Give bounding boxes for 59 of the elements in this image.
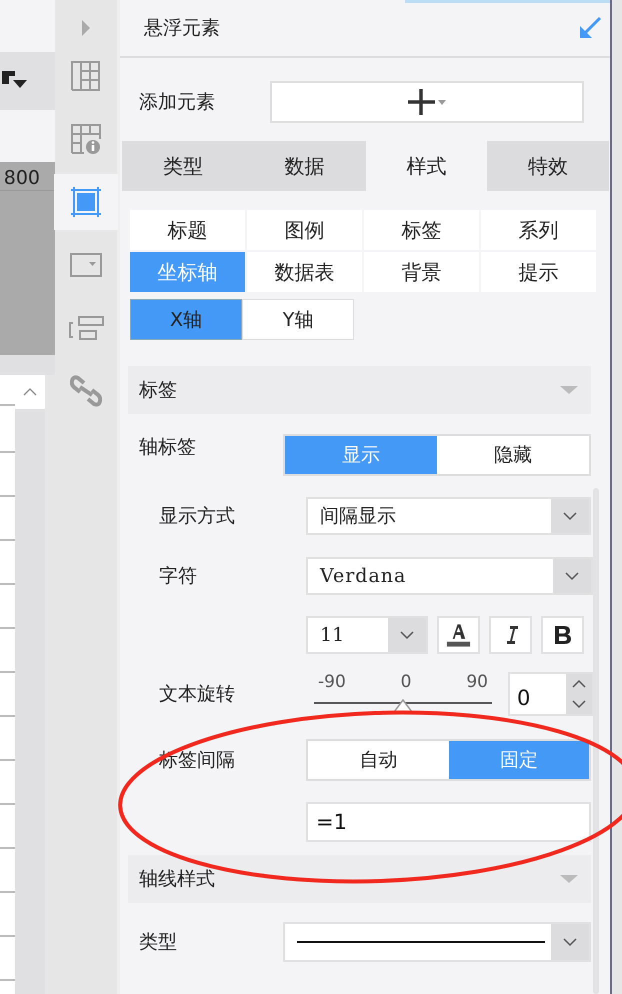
add-element-label: 添加元素 bbox=[139, 90, 216, 115]
chevron-up-icon[interactable] bbox=[571, 679, 587, 689]
font-select[interactable]: Verdana bbox=[306, 557, 593, 595]
add-icon bbox=[405, 87, 449, 117]
main-tab[interactable]: 类型 bbox=[122, 141, 244, 191]
canvas-scrollbar[interactable] bbox=[0, 355, 55, 375]
chevron-down-icon[interactable] bbox=[571, 699, 587, 709]
field-label: 轴标签 bbox=[138, 435, 197, 460]
vertical-scrollbar[interactable] bbox=[15, 375, 45, 994]
main-tab[interactable]: 数据 bbox=[244, 141, 366, 191]
display-mode-select[interactable]: 间隔显示 bbox=[306, 497, 591, 535]
table-info-icon[interactable] bbox=[70, 123, 102, 155]
font-color-button[interactable] bbox=[437, 616, 480, 654]
rotation-spinner[interactable]: 0 bbox=[508, 672, 594, 716]
tick-label: -90 bbox=[318, 672, 346, 692]
bold-icon bbox=[554, 625, 572, 645]
field-label: 字符 bbox=[158, 564, 198, 589]
axis-tab[interactable]: Y轴 bbox=[242, 299, 354, 340]
field-label: 类型 bbox=[138, 930, 178, 955]
font-size-select[interactable]: 11 bbox=[306, 616, 428, 654]
frame-icon[interactable] bbox=[70, 186, 102, 218]
main-tab[interactable]: 特效 bbox=[487, 141, 609, 191]
style-tab[interactable]: 数据表 bbox=[247, 252, 362, 292]
chevron-down-icon[interactable] bbox=[399, 630, 415, 640]
bold-button[interactable] bbox=[541, 616, 584, 654]
style-tab[interactable]: 图例 bbox=[247, 210, 362, 250]
style-tab[interactable]: 标签 bbox=[364, 210, 479, 250]
style-tab[interactable]: 系列 bbox=[481, 210, 596, 250]
caret-icon[interactable] bbox=[559, 874, 579, 884]
caret-icon[interactable] bbox=[559, 385, 579, 395]
stacked-bars-icon[interactable] bbox=[68, 316, 104, 340]
style-tab[interactable]: 背景 bbox=[364, 252, 479, 292]
style-tab[interactable]: 标题 bbox=[130, 210, 245, 250]
interval-field[interactable]: =1 bbox=[306, 802, 591, 842]
tick-label: 90 bbox=[466, 672, 488, 692]
line-type-select[interactable] bbox=[283, 922, 591, 962]
style-tab[interactable]: 提示 bbox=[481, 252, 596, 292]
solid-line-icon bbox=[297, 940, 545, 944]
panel-title: 悬浮元素 bbox=[144, 16, 220, 41]
link-icon[interactable] bbox=[70, 375, 102, 407]
collapse-arrow-icon[interactable] bbox=[578, 16, 602, 40]
italic-button[interactable] bbox=[489, 616, 532, 654]
rail-item[interactable] bbox=[54, 174, 118, 230]
expand-arrow-icon[interactable] bbox=[81, 19, 91, 37]
dropdown-box-icon[interactable] bbox=[70, 253, 102, 277]
chevron-down-icon[interactable] bbox=[564, 571, 580, 581]
axis-tab[interactable]: X轴 bbox=[130, 299, 242, 340]
section-title: 轴线样式 bbox=[139, 867, 215, 892]
chevron-down-icon[interactable] bbox=[562, 511, 578, 521]
scroll-up-icon[interactable] bbox=[22, 387, 38, 397]
add-element-dropdown[interactable] bbox=[270, 81, 584, 123]
grid-icon[interactable] bbox=[70, 60, 102, 92]
chevron-down-icon[interactable] bbox=[562, 937, 578, 947]
ruler-label: 800 bbox=[4, 166, 41, 190]
section-title: 标签 bbox=[139, 378, 177, 403]
tick-label: 0 bbox=[400, 672, 412, 692]
field-label: 显示方式 bbox=[158, 504, 236, 529]
field-label: 文本旋转 bbox=[158, 682, 236, 707]
slider-thumb[interactable] bbox=[393, 699, 413, 713]
